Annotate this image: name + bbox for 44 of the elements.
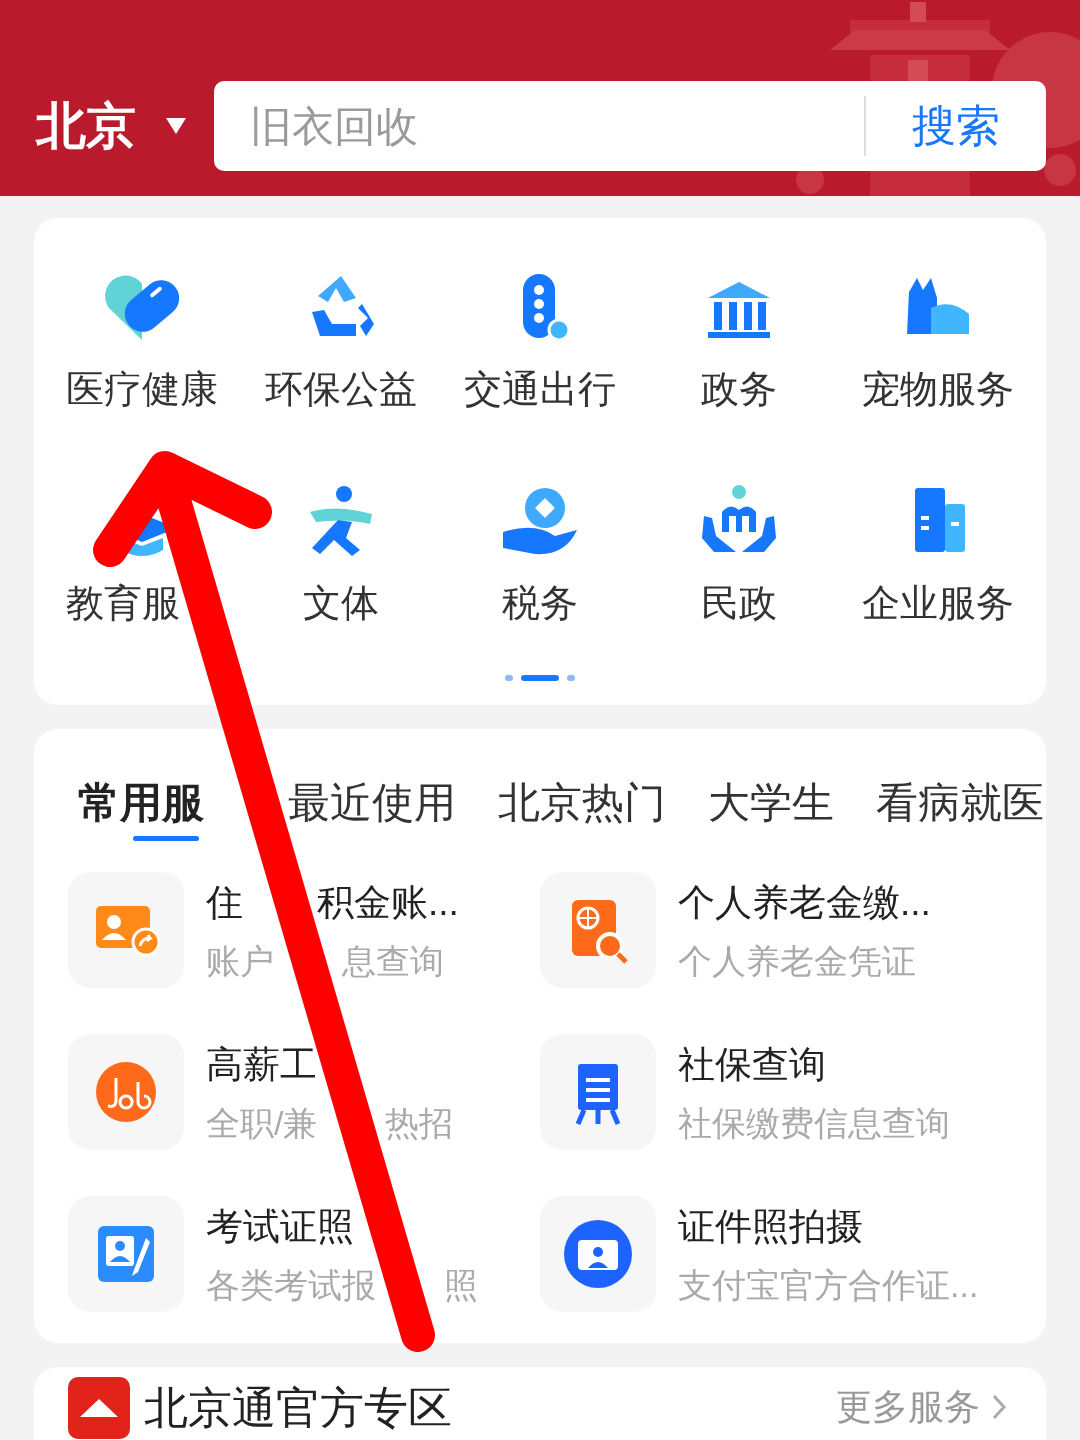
service-item[interactable]: 住 积金账... 账户 息查询 <box>68 872 540 988</box>
chevron-right-icon <box>992 1394 1006 1420</box>
service-title: 住 <box>206 881 243 925</box>
search-field[interactable]: 旧衣回收 搜索 <box>214 81 1046 171</box>
service-item[interactable]: 社保查询 社保缴费信息查询 <box>540 1034 1012 1150</box>
service-item[interactable]: 个人养老金缴... 个人养老金凭证 <box>540 872 1012 988</box>
service-item[interactable]: 高薪工 全职/兼 热招 <box>68 1034 540 1150</box>
service-subtitle: 支付宝官方合作证... <box>678 1265 979 1306</box>
service-subtitle: 个人养老金凭证 <box>678 941 916 982</box>
service-title: 社保查询 <box>678 1043 826 1087</box>
service-tab[interactable]: 大学生 <box>708 773 834 842</box>
service-subtitle: 社保缴费信息查询 <box>678 1103 950 1144</box>
service-title: 证件照拍摄 <box>678 1205 863 1249</box>
service-subtitle: 全职/兼 <box>206 1103 318 1144</box>
search-button[interactable]: 搜索 <box>866 93 1046 159</box>
city-selector[interactable]: 北京 <box>36 101 186 151</box>
service-tab[interactable]: 常用服 <box>78 773 246 842</box>
category-item[interactable]: 宠物服务 <box>838 268 1038 416</box>
service-subtitle: 照 <box>444 1265 478 1306</box>
category-item[interactable]: 企业服务 <box>838 482 1038 630</box>
category-item[interactable]: 税务 <box>440 482 640 630</box>
service-item[interactable]: 证件照拍摄 支付宝官方合作证... <box>540 1196 1012 1312</box>
zone-card: 北京通官方专区 更多服务 <box>34 1367 1046 1440</box>
service-subtitle: 息查询 <box>342 941 444 982</box>
service-title: 考试证照 <box>206 1205 354 1249</box>
zone-logo-icon <box>68 1377 130 1439</box>
service-subtitle: 各类考试报 <box>206 1265 376 1306</box>
service-subtitle: 账户 <box>206 941 274 982</box>
service-title: 高薪工 <box>206 1043 317 1087</box>
category-item[interactable]: 文体 <box>241 482 441 630</box>
category-item[interactable]: 民政 <box>639 482 839 630</box>
category-item[interactable]: 教育服 <box>42 482 242 630</box>
dropdown-caret-icon <box>166 118 186 134</box>
service-item[interactable]: 考试证照 各类考试报 照 <box>68 1196 540 1312</box>
category-item[interactable]: 医疗健康 <box>42 268 242 416</box>
service-tab[interactable]: 最近使用 <box>288 773 456 842</box>
service-tab[interactable]: 北京热门 <box>498 773 666 842</box>
service-subtitle: 热招 <box>385 1103 454 1144</box>
category-item[interactable]: 环保公益 <box>241 268 441 416</box>
category-item[interactable]: 交通出行 <box>440 268 640 416</box>
service-tab[interactable]: 看病就医 <box>876 773 1044 842</box>
category-item[interactable]: 政务 <box>639 268 839 416</box>
service-title: 积金账... <box>317 881 459 925</box>
service-title: 个人养老金缴... <box>678 881 931 925</box>
